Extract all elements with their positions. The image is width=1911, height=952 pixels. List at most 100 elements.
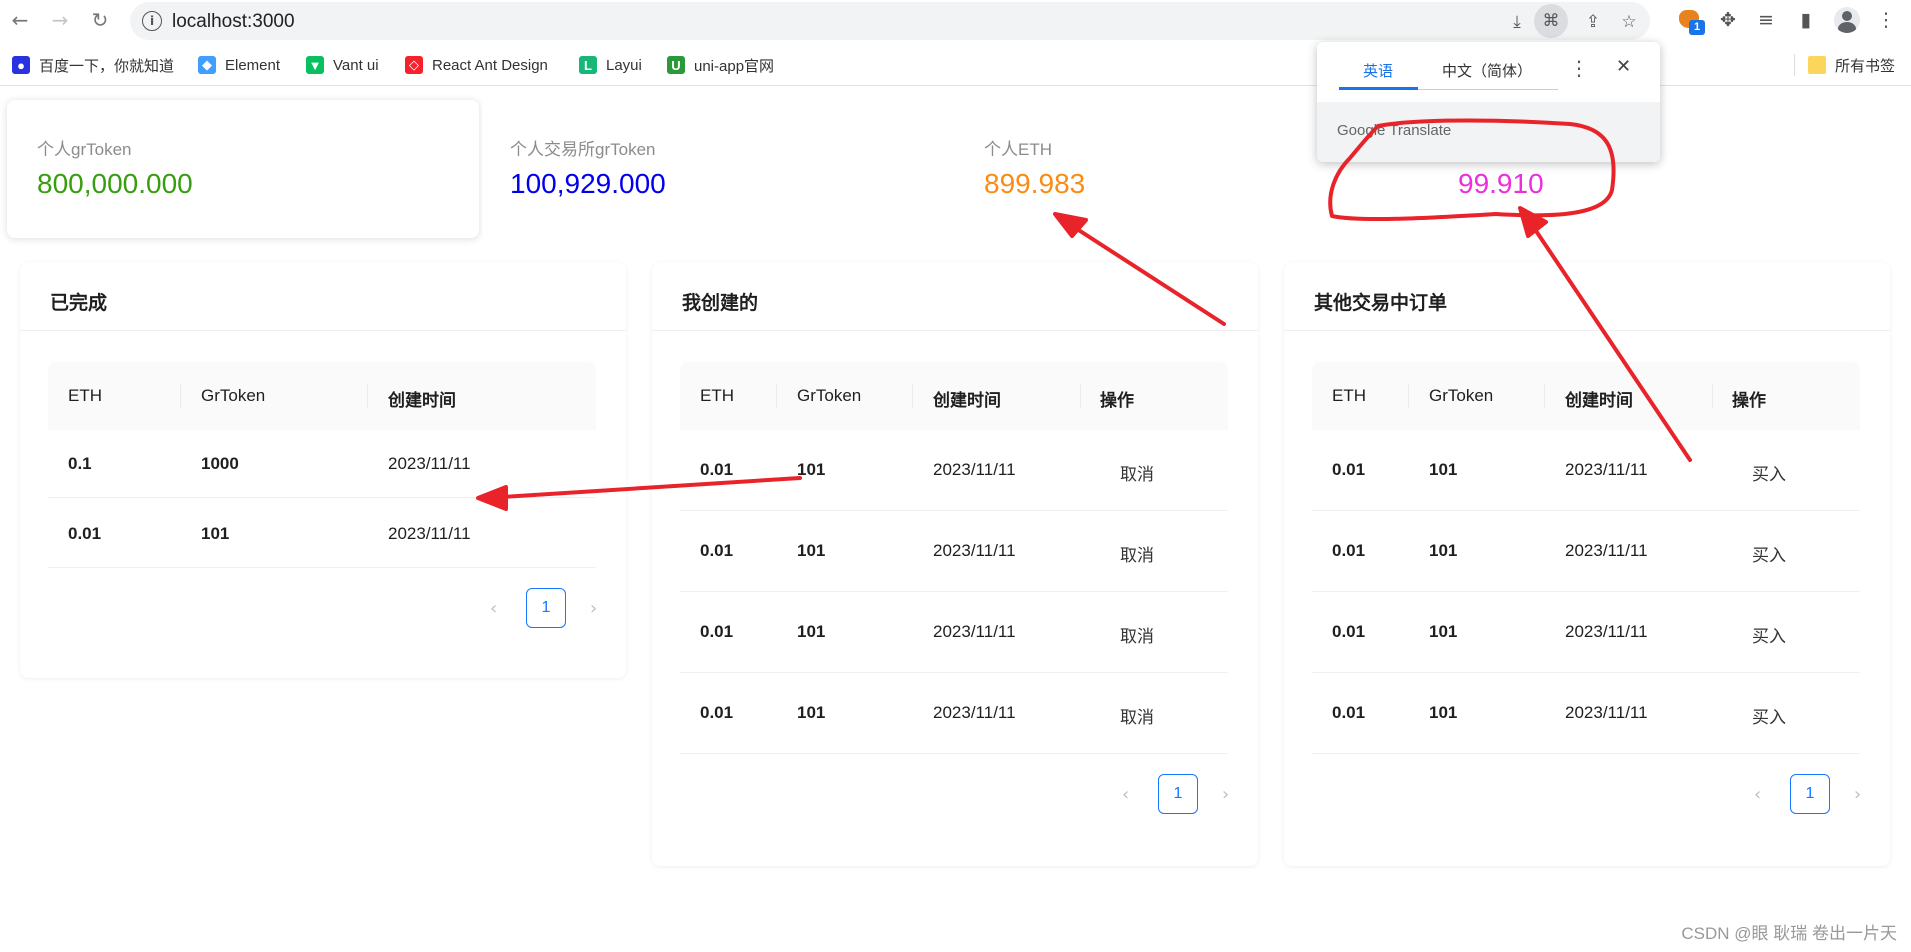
more-menu-icon[interactable]: ⋮ [1872, 6, 1900, 34]
column-header-action: 操作 [1100, 391, 1134, 410]
prev-page-icon[interactable]: ‹ [1754, 784, 1761, 805]
stat-value: 800,000.000 [37, 168, 193, 199]
cell-eth: 0.01 [68, 524, 102, 543]
uniapp-icon: U [667, 56, 685, 74]
close-icon[interactable]: ✕ [1616, 56, 1631, 77]
table-row: 0.1 1000 2023/11/11 [48, 430, 596, 498]
column-separator [1080, 384, 1081, 408]
vant-icon: ▼ [306, 56, 324, 74]
reading-list-icon[interactable]: ≡ [1752, 6, 1780, 34]
buy-button[interactable]: 买入 [1752, 541, 1786, 566]
cell-eth: 0.01 [1332, 541, 1366, 560]
buy-button[interactable]: 买入 [1752, 703, 1786, 728]
bookmark-star-icon[interactable]: ☆ [1616, 9, 1642, 35]
column-separator [180, 384, 181, 408]
cell-eth: 0.01 [700, 541, 734, 560]
cell-created-time: 2023/11/11 [388, 524, 471, 543]
all-bookmarks-folder[interactable]: 所有书签 [1808, 54, 1895, 76]
cell-grtoken: 1000 [201, 454, 239, 473]
page-1-button[interactable]: 1 [1790, 774, 1830, 814]
next-page-icon[interactable]: › [590, 598, 597, 619]
bookmark-uniapp[interactable]: U uni-app官网 [667, 54, 774, 76]
table-header: ETH GrToken 创建时间 操作 [680, 362, 1228, 430]
next-page-icon[interactable]: › [1222, 784, 1229, 805]
stat-value: 99.910 [1458, 168, 1544, 199]
back-arrow-icon[interactable]: ← [6, 6, 34, 34]
cell-grtoken: 101 [797, 703, 826, 722]
panel-divider [1284, 330, 1890, 331]
folder-icon [1808, 56, 1826, 74]
side-panel-icon[interactable]: ▮ [1792, 6, 1820, 34]
buy-button[interactable]: 买入 [1752, 622, 1786, 647]
column-header-action: 操作 [1732, 391, 1766, 410]
cell-grtoken: 101 [201, 524, 230, 543]
table-header: ETH GrToken 创建时间 操作 [1312, 362, 1860, 430]
page-1-button[interactable]: 1 [1158, 774, 1198, 814]
cell-created-time: 2023/11/11 [388, 454, 471, 473]
stat-label: 个人ETH [984, 140, 1052, 159]
table-row: 0.01 101 2023/11/11 买入 [1312, 592, 1860, 673]
stat-label: 个人grToken [37, 140, 132, 159]
more-options-icon[interactable]: ⋮ [1569, 56, 1589, 80]
buy-button[interactable]: 买入 [1752, 460, 1786, 485]
table-row: 0.01 101 2023/11/11 取消 [680, 511, 1228, 592]
site-info-icon[interactable]: i [142, 11, 162, 31]
bookmark-element[interactable]: ◆ Element [198, 54, 280, 76]
next-page-icon[interactable]: › [1854, 784, 1861, 805]
install-app-icon[interactable]: ⤓ [1504, 9, 1530, 35]
reload-icon[interactable]: ↻ [86, 6, 114, 34]
cell-created-time: 2023/11/11 [1565, 622, 1648, 641]
cell-created-time: 2023/11/11 [1565, 541, 1648, 560]
stat-card-personal-grtoken: 个人grToken 800,000.000 [7, 100, 479, 238]
column-separator [912, 384, 913, 408]
bookmark-layui[interactable]: L Layui [579, 54, 642, 76]
pagination: ‹ 1 › [1098, 774, 1238, 814]
cell-eth: 0.01 [700, 703, 734, 722]
stat-value: 899.983 [984, 168, 1086, 199]
table-row: 0.01 101 2023/11/11 买入 [1312, 511, 1860, 592]
cell-grtoken: 101 [797, 541, 826, 560]
cell-eth: 0.01 [1332, 622, 1366, 641]
column-header-grtoken: GrToken [1429, 386, 1494, 405]
forward-arrow-icon[interactable]: → [46, 6, 74, 34]
url-text[interactable]: localhost:3000 [172, 11, 295, 33]
cell-grtoken: 101 [1429, 703, 1458, 722]
cancel-button[interactable]: 取消 [1120, 460, 1154, 485]
cell-created-time: 2023/11/11 [933, 460, 1016, 479]
cell-created-time: 2023/11/11 [933, 622, 1016, 641]
page-1-button[interactable]: 1 [526, 588, 566, 628]
cell-created-time: 2023/11/11 [933, 541, 1016, 560]
prev-page-icon[interactable]: ‹ [490, 598, 497, 619]
column-header-grtoken: GrToken [797, 386, 862, 405]
share-icon[interactable]: ⇪ [1580, 9, 1606, 35]
table-row: 0.01 101 2023/11/11 取消 [680, 592, 1228, 673]
layui-icon: L [579, 56, 597, 74]
bookmark-ant-design[interactable]: ◇ React Ant Design [405, 54, 548, 76]
column-separator [776, 384, 777, 408]
google-translate-logo: Google Translate [1337, 122, 1452, 139]
tab-english[interactable]: 英语 [1363, 60, 1393, 81]
translate-icon[interactable]: ⌘ [1534, 4, 1568, 38]
cell-grtoken: 101 [797, 622, 826, 641]
cancel-button[interactable]: 取消 [1120, 541, 1154, 566]
metamask-fox-icon[interactable]: 1 [1676, 6, 1705, 35]
active-tab-indicator [1339, 87, 1418, 90]
address-bar[interactable]: i localhost:3000 ⤓ ⌘ ⇪ ☆ [130, 2, 1650, 40]
prev-page-icon[interactable]: ‹ [1122, 784, 1129, 805]
column-header-grtoken: GrToken [201, 386, 266, 405]
ant-design-icon: ◇ [405, 56, 423, 74]
extensions-puzzle-icon[interactable]: ✥ [1714, 6, 1742, 34]
cell-eth: 0.01 [1332, 703, 1366, 722]
panel-other-orders: 其他交易中订单 ETH GrToken 创建时间 操作 0.01 101 202… [1284, 262, 1890, 866]
pagination: ‹ 1 › [466, 588, 606, 628]
bookmark-vant[interactable]: ▼ Vant ui [306, 54, 379, 76]
cancel-button[interactable]: 取消 [1120, 622, 1154, 647]
cancel-button[interactable]: 取消 [1120, 703, 1154, 728]
bookmark-baidu[interactable]: ● 百度一下，你就知道 [12, 54, 174, 76]
profile-avatar-icon[interactable] [1834, 7, 1860, 33]
panel-title: 已完成 [50, 293, 108, 314]
tab-chinese-simplified[interactable]: 中文（简体） [1442, 60, 1532, 81]
cell-created-time: 2023/11/11 [933, 703, 1016, 722]
panel-title: 其他交易中订单 [1314, 293, 1448, 314]
column-header-eth: ETH [700, 386, 734, 405]
